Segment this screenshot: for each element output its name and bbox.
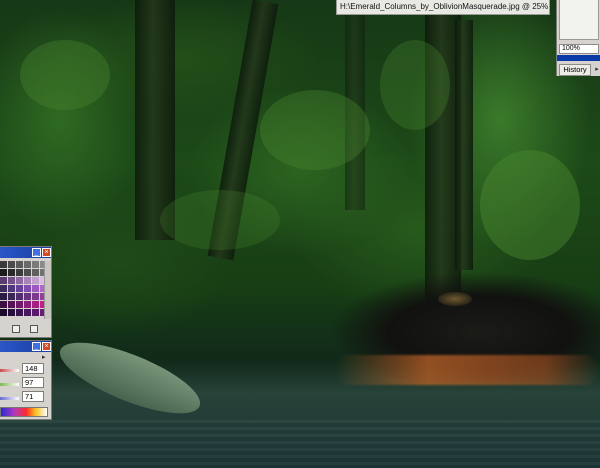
swatch[interactable] bbox=[24, 277, 31, 284]
palette-title-bar[interactable] bbox=[557, 55, 600, 61]
minimize-icon[interactable]: _ bbox=[32, 248, 41, 257]
blue-value-input[interactable]: 71 bbox=[22, 391, 44, 402]
swatch[interactable] bbox=[32, 285, 39, 292]
palette-menu-icon[interactable]: ▸ bbox=[42, 354, 50, 361]
foliage bbox=[260, 90, 370, 170]
swatch[interactable] bbox=[8, 309, 15, 316]
close-icon[interactable]: × bbox=[42, 342, 51, 351]
swatch[interactable] bbox=[24, 301, 31, 308]
swatch[interactable] bbox=[24, 269, 31, 276]
navigator-palette: 100% History ▸ bbox=[556, 0, 600, 76]
swatch[interactable] bbox=[8, 277, 15, 284]
swatch[interactable] bbox=[0, 293, 7, 300]
swatch[interactable] bbox=[32, 269, 39, 276]
alligator-jaw-highlight bbox=[335, 355, 600, 385]
navigator-preview[interactable] bbox=[559, 0, 599, 40]
red-slider[interactable] bbox=[0, 369, 19, 372]
swatch[interactable] bbox=[32, 301, 39, 308]
foliage bbox=[20, 40, 110, 110]
close-icon[interactable]: × bbox=[42, 248, 51, 257]
swatch-footer bbox=[0, 323, 50, 335]
jungle-alligator-canvas[interactable] bbox=[0, 0, 600, 468]
swatch[interactable] bbox=[0, 309, 7, 316]
swatches-palette: _ × bbox=[0, 246, 52, 338]
swatch[interactable] bbox=[8, 285, 15, 292]
swatch[interactable] bbox=[24, 261, 31, 268]
zoom-field[interactable]: 100% bbox=[559, 44, 599, 54]
tab-history[interactable]: History bbox=[559, 64, 591, 76]
swatch[interactable] bbox=[8, 269, 15, 276]
blue-slider[interactable] bbox=[0, 397, 19, 400]
swatch[interactable] bbox=[16, 285, 23, 292]
swatch[interactable] bbox=[0, 261, 7, 268]
swatch[interactable] bbox=[0, 277, 7, 284]
palette-menu-icon[interactable]: ▸ bbox=[593, 66, 600, 74]
minimize-icon[interactable]: _ bbox=[32, 342, 41, 351]
red-value-input[interactable]: 148 bbox=[22, 363, 44, 374]
swatch[interactable] bbox=[24, 285, 31, 292]
swatch[interactable] bbox=[8, 301, 15, 308]
swatch-grid bbox=[0, 261, 47, 317]
swatch[interactable] bbox=[24, 309, 31, 316]
swatch[interactable] bbox=[32, 261, 39, 268]
swatch[interactable] bbox=[16, 301, 23, 308]
swatch[interactable] bbox=[0, 301, 7, 308]
document-title-bar[interactable]: H:\Emerald_Columns_by_OblivionMasquerade… bbox=[336, 0, 550, 15]
tree-trunk bbox=[455, 20, 473, 270]
color-palette: _ × ▸ 148 97 71 bbox=[0, 340, 52, 420]
water-reflection bbox=[0, 420, 600, 468]
palette-title-bar[interactable]: _ × bbox=[0, 341, 51, 352]
green-channel-row: 97 bbox=[0, 377, 50, 390]
swatch[interactable] bbox=[16, 269, 23, 276]
swatch[interactable] bbox=[16, 293, 23, 300]
swatch[interactable] bbox=[0, 269, 7, 276]
alligator-eye bbox=[438, 292, 472, 306]
swatch[interactable] bbox=[32, 277, 39, 284]
swatch[interactable] bbox=[32, 293, 39, 300]
swatch[interactable] bbox=[16, 309, 23, 316]
new-swatch-icon[interactable] bbox=[12, 325, 20, 333]
swatch[interactable] bbox=[24, 293, 31, 300]
swatch[interactable] bbox=[0, 285, 7, 292]
swatch[interactable] bbox=[8, 261, 15, 268]
swatch[interactable] bbox=[8, 293, 15, 300]
swatch[interactable] bbox=[32, 309, 39, 316]
green-slider[interactable] bbox=[0, 383, 19, 386]
red-channel-row: 148 bbox=[0, 363, 50, 376]
blue-channel-row: 71 bbox=[0, 391, 50, 404]
palette-title-bar[interactable]: _ × bbox=[0, 247, 51, 258]
color-ramp[interactable] bbox=[0, 407, 48, 417]
foliage bbox=[160, 190, 280, 250]
green-value-input[interactable]: 97 bbox=[22, 377, 44, 388]
trash-icon[interactable] bbox=[30, 325, 38, 333]
foliage bbox=[480, 150, 580, 260]
swatch[interactable] bbox=[16, 261, 23, 268]
foliage bbox=[380, 40, 450, 130]
swatch[interactable] bbox=[16, 277, 23, 284]
swatch-scrollbar[interactable] bbox=[44, 261, 51, 319]
